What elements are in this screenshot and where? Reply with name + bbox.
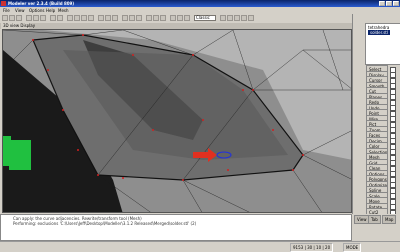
scale-icon[interactable] xyxy=(88,15,94,21)
title-bar: Modeler ver 2.3.4 (Build 809) xyxy=(0,0,400,7)
persp-icon[interactable] xyxy=(248,15,254,21)
side-tab-bar: View Tab Map xyxy=(352,214,400,224)
edge-icon[interactable] xyxy=(105,15,111,21)
tree-item-selected[interactable]: solder.stl xyxy=(368,30,390,35)
green-block xyxy=(9,140,31,170)
fit-icon[interactable] xyxy=(220,15,226,21)
wire-icon[interactable] xyxy=(122,15,128,21)
rotate-icon[interactable] xyxy=(81,15,87,21)
zoom-icon[interactable] xyxy=(177,15,183,21)
select-icon[interactable] xyxy=(67,15,73,21)
top-icon[interactable] xyxy=(234,15,240,21)
save-icon[interactable] xyxy=(16,15,22,21)
pan-icon[interactable] xyxy=(184,15,190,21)
copy-icon[interactable] xyxy=(33,15,39,21)
menu-file[interactable]: File xyxy=(3,7,10,14)
3d-viewport[interactable] xyxy=(2,29,352,213)
tab-tab[interactable]: Tab xyxy=(368,215,381,224)
shade-icon[interactable] xyxy=(129,15,135,21)
view-select[interactable]: Classic xyxy=(194,15,216,21)
object-tree[interactable]: tetrahedra solder.stl xyxy=(365,23,400,65)
open-icon[interactable] xyxy=(9,15,15,21)
tab-map[interactable]: Map xyxy=(382,215,397,224)
move-icon[interactable] xyxy=(74,15,80,21)
menu-bar: File View Options Help Mesh xyxy=(0,7,400,14)
window-title: Modeler ver 2.3.4 (Build 809) xyxy=(8,1,75,6)
cut-icon[interactable] xyxy=(26,15,32,21)
app-icon xyxy=(1,1,6,6)
minimize-button[interactable] xyxy=(379,1,385,6)
maximize-button[interactable] xyxy=(386,1,392,6)
menu-help[interactable]: Help xyxy=(46,7,55,14)
light-icon[interactable] xyxy=(136,15,142,21)
menu-options[interactable]: Options xyxy=(29,7,44,14)
face-icon[interactable] xyxy=(112,15,118,21)
axis-icon[interactable] xyxy=(153,15,159,21)
new-icon[interactable] xyxy=(2,15,8,21)
side-panel: tetrahedra solder.stl Select Display Curso… xyxy=(352,14,400,216)
side-icon[interactable] xyxy=(241,15,247,21)
status-mode: MODE xyxy=(343,243,362,252)
camera-icon[interactable] xyxy=(170,15,176,21)
mesh-render xyxy=(3,30,351,212)
undo-icon[interactable] xyxy=(50,15,56,21)
front-icon[interactable] xyxy=(227,15,233,21)
close-button[interactable] xyxy=(393,1,399,6)
console-log[interactable]: Can apply: the curve adjacencies. Rewrit… xyxy=(0,214,352,241)
view-select-value: Classic xyxy=(196,15,210,20)
menu-view[interactable]: View xyxy=(15,7,25,14)
point-icon[interactable] xyxy=(98,15,104,21)
redo-icon[interactable] xyxy=(57,15,63,21)
snap-icon[interactable] xyxy=(160,15,166,21)
grid-icon[interactable] xyxy=(146,15,152,21)
status-position: 9153 | 30 | 10 | 20 xyxy=(290,243,334,252)
paste-icon[interactable] xyxy=(40,15,46,21)
log-line: Performing: exclusions 'C:\Users\Jeff\De… xyxy=(13,221,197,226)
menu-mesh[interactable]: Mesh xyxy=(58,7,69,14)
